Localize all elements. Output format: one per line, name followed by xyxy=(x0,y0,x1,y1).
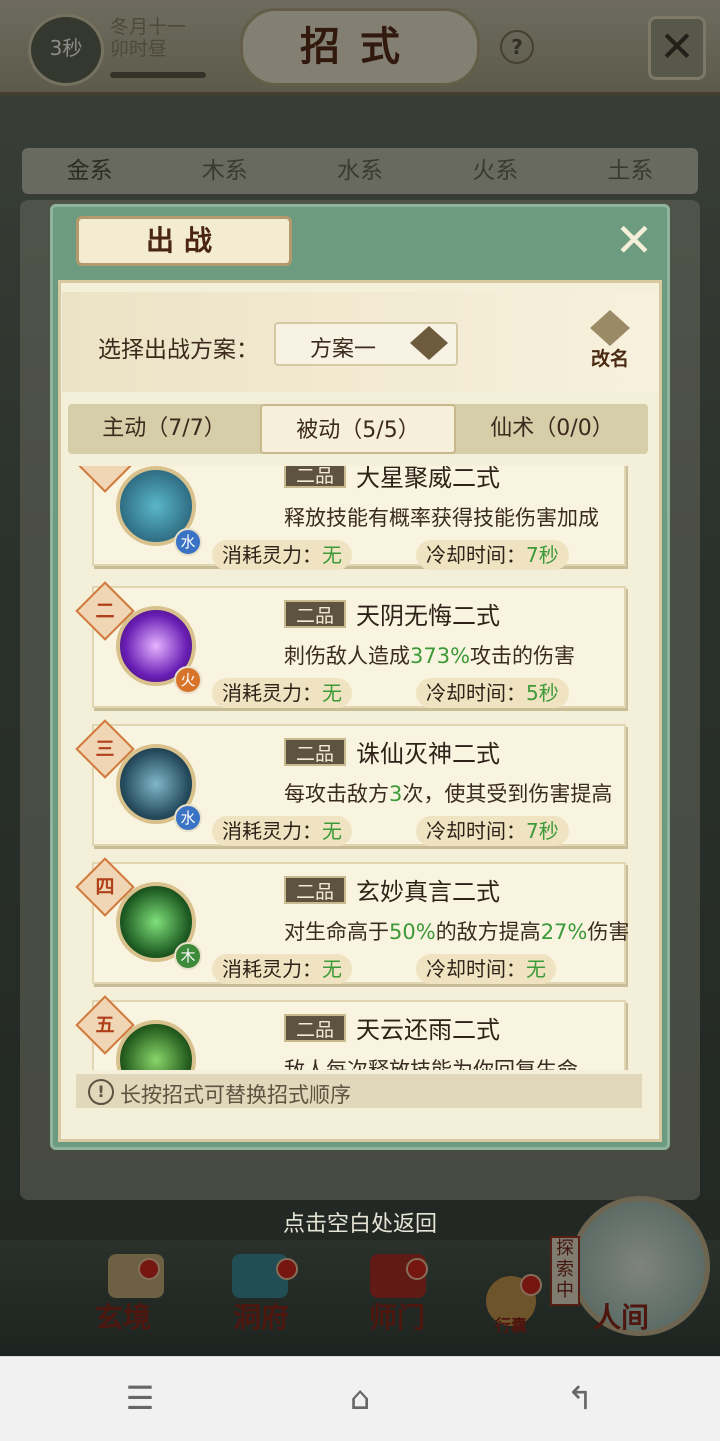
skill-name: 诛仙灭神二式 xyxy=(356,740,500,768)
element-badge: 木 xyxy=(174,942,202,970)
element-badge: 水 xyxy=(174,528,202,556)
grade-badge: 二品 xyxy=(284,1014,346,1042)
cooldown-stat: 冷却时间：7秒 xyxy=(416,816,569,846)
scheme-label: 选择出战方案： xyxy=(98,337,259,363)
cost-stat: 消耗灵力：无 xyxy=(212,540,352,570)
element-badge: 火 xyxy=(174,666,202,694)
skill-desc: 每攻击敌方3次，使其受到伤害提高 xyxy=(284,782,613,806)
skill-name: 玄妙真言二式 xyxy=(356,878,500,906)
skill-desc: 敌人每次释放技能为你回复生命 xyxy=(284,1058,578,1070)
skill-desc: 对生命高于50%的敌方提高27%伤害 xyxy=(284,920,630,944)
menu-icon[interactable]: ☰ xyxy=(110,1378,170,1418)
dialog-close-button[interactable]: ✕ xyxy=(610,216,658,264)
skill-type-tabs: 主动（7/7） 被动（5/5） 仙术（0/0） xyxy=(68,404,648,454)
rank-number: 五 xyxy=(95,1014,115,1036)
rename-button[interactable]: 改名 xyxy=(582,344,638,371)
cooldown-stat: 冷却时间：5秒 xyxy=(416,678,569,708)
tab-active-skills[interactable]: 主动（7/7） xyxy=(68,404,260,454)
skill-list[interactable]: 水 二品 大星聚威二式 释放技能有概率获得技能伤害加成 消耗灵力：无 冷却时间：… xyxy=(70,466,648,1070)
tab-passive-skills[interactable]: 被动（5/5） xyxy=(260,404,456,454)
skill-name: 天阴无悔二式 xyxy=(356,602,500,630)
rank-number: 二 xyxy=(95,600,115,622)
tab-immortal-arts[interactable]: 仙术（0/0） xyxy=(456,404,648,454)
cost-stat: 消耗灵力：无 xyxy=(212,954,352,984)
grade-badge: 二品 xyxy=(284,738,346,766)
cost-stat: 消耗灵力：无 xyxy=(212,678,352,708)
skill-name: 天云还雨二式 xyxy=(356,1016,500,1044)
tap-blank-to-return[interactable]: 点击空白处返回 xyxy=(0,1206,720,1238)
skill-desc: 刺伤敌人造成373%攻击的伤害 xyxy=(284,644,576,668)
grade-badge: 二品 xyxy=(284,876,346,904)
grade-badge: 二品 xyxy=(284,466,346,488)
exclamation-icon: ! xyxy=(88,1079,114,1105)
element-badge: 水 xyxy=(174,804,202,832)
cooldown-stat: 冷却时间：7秒 xyxy=(416,540,569,570)
scheme-value: 方案一 xyxy=(310,337,377,362)
skill-name: 大星聚威二式 xyxy=(356,466,500,492)
skill-desc: 释放技能有概率获得技能伤害加成 xyxy=(284,506,599,530)
tip-text: 长按招式可替换招式顺序 xyxy=(120,1083,351,1107)
rank-number: 三 xyxy=(95,738,115,760)
home-icon[interactable]: ⌂ xyxy=(330,1378,390,1418)
rank-number: 四 xyxy=(95,876,115,898)
grade-badge: 二品 xyxy=(284,600,346,628)
cooldown-stat: 冷却时间：无 xyxy=(416,954,556,984)
back-icon[interactable]: ↰ xyxy=(550,1378,610,1418)
cost-stat: 消耗灵力：无 xyxy=(212,816,352,846)
close-x-icon: ✕ xyxy=(614,213,654,267)
dialog-title: 出战 xyxy=(76,216,292,266)
